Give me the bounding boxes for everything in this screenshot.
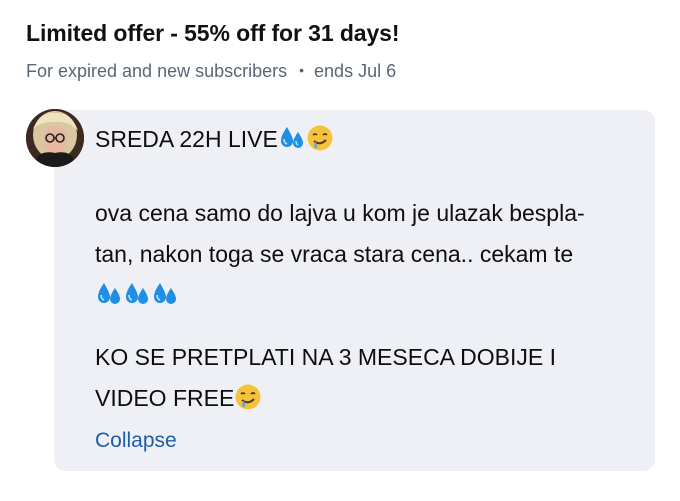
post-body-line-2: tan, nakon toga se vraca stara cena.. ce… <box>95 241 574 267</box>
separator-dot: • <box>299 62 305 78</box>
offer-end-date: ends Jul 6 <box>314 61 397 81</box>
post-promo-line-1: KO SE PRETPLATI NA 3 MESECA DOBIJE I <box>95 344 556 370</box>
post-promo-line-2-text: VIDEO FREE <box>95 385 235 411</box>
sweat-droplets-icon <box>151 280 179 308</box>
post-body-paragraph: ova cena samo do lajva u kom je ulazak b… <box>95 193 640 316</box>
sweat-droplets-icon <box>95 280 123 308</box>
drooling-face-icon <box>234 383 262 411</box>
post-headline: SREDA 22H LIVE <box>95 119 640 160</box>
post-body-emoji-line <box>95 275 640 316</box>
collapse-link[interactable]: Collapse <box>95 429 177 453</box>
drooling-face-icon <box>306 124 334 152</box>
post-headline-text: SREDA 22H LIVE <box>95 126 278 152</box>
post-promo-paragraph: KO SE PRETPLATI NA 3 MESECA DOBIJE I VID… <box>95 337 640 419</box>
offer-audience: For expired and new subscribers <box>26 61 288 81</box>
sweat-droplets-icon <box>123 280 151 308</box>
post-promo-line-2: VIDEO FREE <box>95 378 640 419</box>
offer-title: Limited offer - 55% off for 31 days! <box>26 20 400 46</box>
post-body-line-1: ova cena samo do lajva u kom je ulazak b… <box>95 200 585 226</box>
sweat-droplets-icon <box>278 124 306 152</box>
offer-subtitle: For expired and new subscribers • ends Jul… <box>26 61 396 82</box>
avatar[interactable] <box>26 109 84 167</box>
